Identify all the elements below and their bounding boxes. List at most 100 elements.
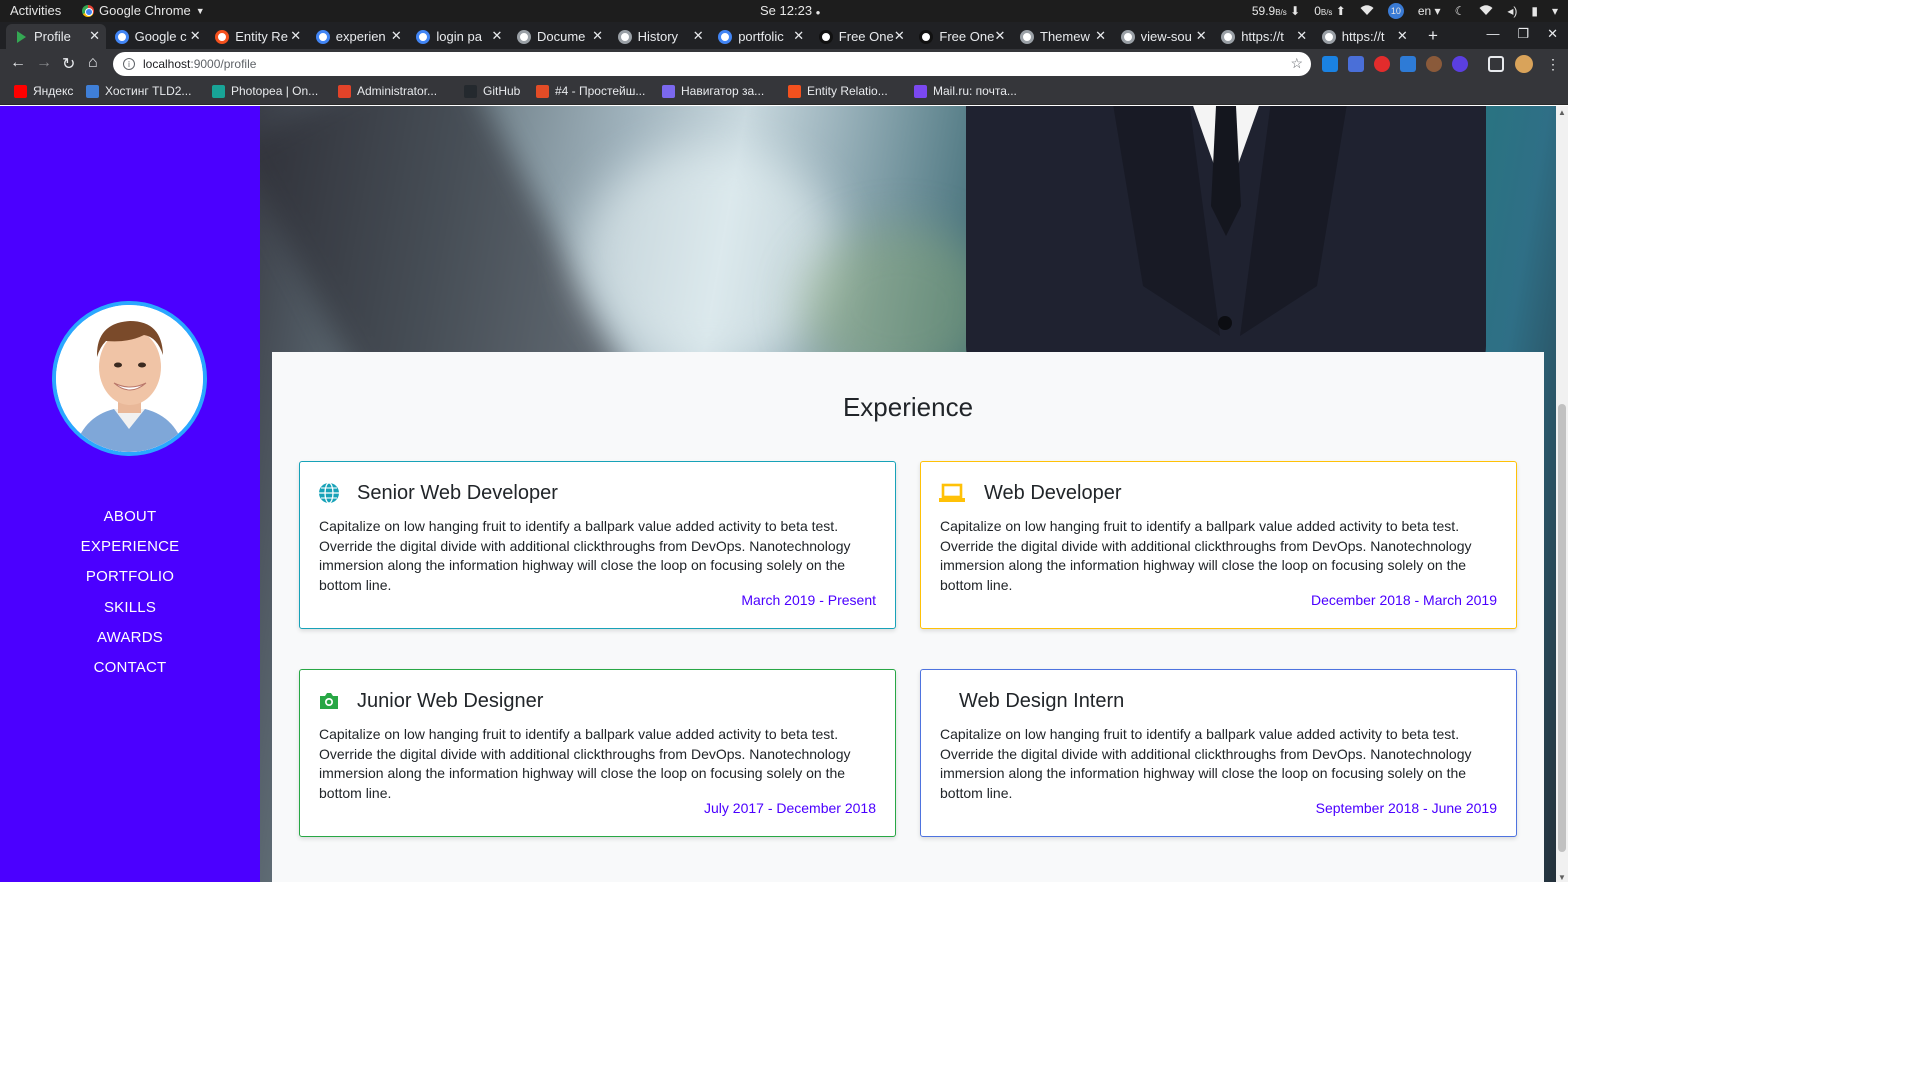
clock[interactable]: Se 12:23 ● bbox=[760, 3, 821, 18]
close-tab-icon[interactable]: ✕ bbox=[1397, 28, 1408, 44]
close-tab-icon[interactable]: ✕ bbox=[592, 28, 603, 44]
bookmark-favicon-icon bbox=[914, 84, 927, 98]
card-title: Senior Web Developer bbox=[357, 482, 558, 504]
bookmark-item[interactable]: Administrator... bbox=[338, 84, 437, 98]
close-tab-icon[interactable]: ✕ bbox=[1296, 28, 1307, 44]
bookmark-item[interactable]: Хостинг TLD2... bbox=[86, 84, 191, 98]
section-title: Experience bbox=[842, 392, 974, 422]
tab-12[interactable]: https://t ✕ bbox=[1213, 24, 1313, 49]
kebab-menu-icon[interactable]: ⋮ bbox=[1546, 56, 1560, 73]
close-window-icon[interactable]: ✕ bbox=[1547, 26, 1558, 42]
nav-about[interactable]: ABOUT bbox=[0, 502, 260, 532]
s-extension-icon[interactable] bbox=[1400, 56, 1416, 72]
scroll-up-icon[interactable]: ▲ bbox=[1556, 108, 1568, 117]
globe-icon bbox=[318, 482, 340, 504]
tab-favicon-icon bbox=[617, 29, 632, 44]
nav-portfolio[interactable]: PORTFOLIO bbox=[0, 562, 260, 592]
page-scrollbar[interactable]: ▲ ▼ bbox=[1556, 106, 1568, 882]
bookmark-item[interactable]: GitHub bbox=[464, 84, 520, 98]
activities-button[interactable]: Activities bbox=[10, 3, 61, 18]
forward-arrow-icon[interactable]: → bbox=[36, 54, 52, 72]
address-bar[interactable]: i localhost:9000/profile ☆ bbox=[113, 52, 1311, 76]
tab-10[interactable]: Themew ✕ bbox=[1012, 24, 1112, 49]
bookmark-item[interactable]: Яндекс bbox=[14, 84, 73, 98]
minimize-icon[interactable]: — bbox=[1486, 26, 1499, 42]
site-info-icon[interactable]: i bbox=[123, 58, 135, 70]
nav-experience[interactable]: EXPERIENCE bbox=[0, 532, 260, 562]
language-indicator[interactable]: en ▾ bbox=[1418, 4, 1441, 18]
system-tray[interactable]: 59.9B/s ⬇ 0B/s ⬆ 10 en ▾ ☾ ◂) ▮ ▾ bbox=[1252, 3, 1558, 19]
scrollbar-thumb[interactable] bbox=[1558, 404, 1566, 852]
close-tab-icon[interactable]: ✕ bbox=[994, 28, 1005, 44]
card-dates: July 2017 - December 2018 bbox=[704, 800, 876, 816]
adblock-extension-icon[interactable] bbox=[1374, 56, 1390, 72]
tab-favicon-icon bbox=[215, 29, 230, 44]
close-tab-icon[interactable]: ✕ bbox=[1095, 28, 1106, 44]
tab-title: https://t bbox=[1341, 29, 1385, 44]
play-favicon-icon bbox=[17, 30, 26, 43]
bookmarks-bar: Яндекс Хостинг TLD2... Photopea | On... Adm… bbox=[0, 79, 1568, 105]
close-tab-icon[interactable]: ✕ bbox=[89, 28, 100, 44]
tab-favicon-icon bbox=[1221, 29, 1236, 44]
close-tab-icon[interactable]: ✕ bbox=[894, 28, 905, 44]
scroll-down-icon[interactable]: ▼ bbox=[1556, 873, 1568, 882]
nav-contact[interactable]: CONTACT bbox=[0, 653, 260, 683]
tab-6[interactable]: History ✕ bbox=[610, 24, 710, 49]
skype-extension-icon[interactable] bbox=[1322, 56, 1338, 72]
tab-title: view-sou bbox=[1140, 29, 1192, 44]
tab-favicon-icon bbox=[1321, 29, 1336, 44]
tab-4[interactable]: login pa ✕ bbox=[408, 24, 508, 49]
tab-favicon-icon bbox=[919, 29, 934, 44]
tab-9[interactable]: Free One ✕ bbox=[911, 24, 1011, 49]
nav-awards[interactable]: AWARDS bbox=[0, 623, 260, 653]
bookmark-favicon-icon bbox=[338, 84, 351, 98]
close-tab-icon[interactable]: ✕ bbox=[391, 28, 402, 44]
notification-badge[interactable]: 10 bbox=[1387, 3, 1404, 19]
user-avatar-icon[interactable] bbox=[1515, 55, 1533, 73]
close-tab-icon[interactable]: ✕ bbox=[793, 28, 804, 44]
nav-skills[interactable]: SKILLS bbox=[0, 593, 260, 623]
home-icon[interactable]: ⌂ bbox=[88, 54, 98, 72]
bookmark-favicon-icon bbox=[86, 84, 99, 98]
close-tab-icon[interactable]: ✕ bbox=[693, 28, 704, 44]
bookmark-label: GitHub bbox=[483, 84, 521, 98]
close-tab-icon[interactable]: ✕ bbox=[290, 28, 301, 44]
card-description: Capitalize on low hanging fruit to ident… bbox=[940, 518, 1472, 593]
bookmark-item[interactable]: Photopea | On... bbox=[212, 84, 318, 98]
translate-extension-icon[interactable] bbox=[1348, 56, 1364, 72]
close-tab-icon[interactable]: ✕ bbox=[491, 28, 502, 44]
bookmark-star-icon[interactable]: ☆ bbox=[1290, 55, 1303, 72]
tab-11[interactable]: view-sou ✕ bbox=[1113, 24, 1213, 49]
chrome-icon bbox=[82, 4, 94, 17]
tab-title: experien bbox=[335, 29, 386, 44]
cast-icon[interactable] bbox=[1488, 56, 1504, 72]
system-menu-chevron-icon[interactable]: ▾ bbox=[1552, 4, 1558, 18]
bookmark-item[interactable]: Entity Relatio... bbox=[788, 84, 888, 98]
maximize-icon[interactable]: ❐ bbox=[1517, 26, 1529, 42]
bookmark-label: Photopea | On... bbox=[231, 84, 319, 98]
tab-8[interactable]: Free One ✕ bbox=[811, 24, 911, 49]
tab-5[interactable]: Docume ✕ bbox=[509, 24, 609, 49]
close-tab-icon[interactable]: ✕ bbox=[1196, 28, 1207, 44]
vpn-extension-icon[interactable] bbox=[1452, 56, 1468, 72]
tab-13[interactable]: https://t ✕ bbox=[1314, 24, 1414, 49]
close-tab-icon[interactable]: ✕ bbox=[190, 28, 201, 44]
new-tab-button[interactable]: + bbox=[1428, 26, 1438, 46]
tab-profile[interactable]: Profile ✕ bbox=[6, 24, 106, 49]
wifi-icon bbox=[1360, 4, 1374, 19]
bookmark-item[interactable]: #4 - Простейш... bbox=[536, 84, 645, 98]
tab-7[interactable]: portfolic ✕ bbox=[710, 24, 810, 49]
experience-card: Web Design Intern Capitalize on low hang… bbox=[920, 669, 1517, 837]
back-arrow-icon[interactable]: ← bbox=[10, 54, 26, 72]
bookmark-favicon-icon bbox=[536, 84, 549, 98]
bookmark-label: #4 - Простейш... bbox=[555, 84, 646, 98]
monkey-extension-icon[interactable] bbox=[1426, 56, 1442, 72]
bookmark-label: Яндекс bbox=[33, 84, 74, 98]
app-menu[interactable]: Google Chrome ▼ bbox=[82, 3, 205, 18]
tab-2[interactable]: Entity Re ✕ bbox=[207, 24, 307, 49]
bookmark-item[interactable]: Навигатор за... bbox=[662, 84, 764, 98]
tab-1[interactable]: Google c ✕ bbox=[107, 24, 207, 49]
tab-3[interactable]: experien ✕ bbox=[308, 24, 408, 49]
reload-icon[interactable]: ↻ bbox=[62, 54, 75, 74]
bookmark-item[interactable]: Mail.ru: почта... bbox=[914, 84, 1017, 98]
